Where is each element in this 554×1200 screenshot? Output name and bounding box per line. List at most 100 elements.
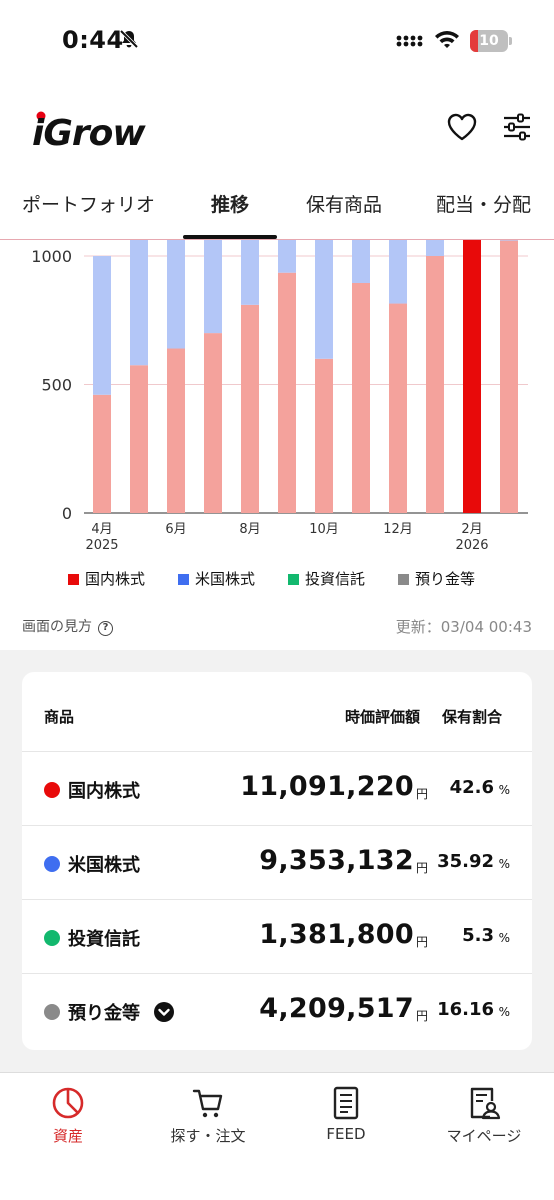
bar-segment[interactable] — [278, 272, 296, 513]
nav-search-order[interactable]: 探す・注文 — [148, 1085, 268, 1146]
help-icon[interactable]: ? — [98, 621, 113, 636]
row-ratio: 35.92 — [437, 851, 494, 872]
bar-segment[interactable] — [241, 304, 259, 513]
bar-segment[interactable] — [130, 240, 148, 366]
yen-unit: 円 — [416, 935, 429, 949]
profile-doc-icon — [424, 1085, 544, 1121]
category-dot — [44, 930, 60, 946]
cart-icon — [148, 1085, 268, 1121]
row-value: 11,091,220 — [240, 771, 414, 802]
legend-item: 米国株式 — [178, 568, 255, 589]
bar-segment[interactable] — [93, 394, 111, 513]
bar-segment[interactable] — [167, 240, 185, 349]
legend-item: 投資信託 — [288, 568, 365, 589]
app-header: iGrow — [0, 100, 554, 160]
bar-segment[interactable] — [389, 240, 407, 304]
bar-segment[interactable] — [389, 303, 407, 513]
document-icon — [286, 1085, 406, 1121]
bar-segment[interactable] — [93, 256, 111, 395]
nav-feed[interactable]: FEED — [286, 1085, 406, 1143]
x-tick-label: 8月 — [239, 522, 260, 537]
legend-item: 預り金等 — [398, 568, 475, 589]
row-ratio: 16.16 — [437, 999, 494, 1020]
yen-unit: 円 — [416, 787, 429, 801]
battery-indicator: 10 — [470, 30, 508, 52]
bar-segment[interactable] — [241, 240, 259, 305]
x-tick-label: 2月 — [461, 522, 482, 537]
bar-segment[interactable] — [130, 365, 148, 513]
table-row[interactable]: 米国株式 9,353,132 円 35.92 % — [22, 826, 532, 900]
percent-unit: % — [498, 1005, 510, 1019]
bar-segment[interactable] — [315, 240, 333, 359]
row-ratio: 5.3 — [462, 925, 494, 946]
tab-holdings[interactable]: 保有商品 — [306, 190, 382, 217]
bar-segment[interactable] — [352, 240, 370, 283]
row-name: 預り金等 — [68, 1003, 140, 1024]
y-tick-label: 500 — [41, 376, 72, 395]
pie-chart-icon — [8, 1085, 128, 1121]
x-tick-label: 10月 — [309, 522, 339, 537]
y-tick-label: 1000 — [31, 247, 72, 266]
table-row[interactable]: 投資信託 1,381,800 円 5.3 % — [22, 900, 532, 974]
bar-segment[interactable] — [500, 240, 518, 513]
header-product: 商品 — [44, 708, 75, 726]
bell-muted-icon — [118, 28, 140, 54]
bar-segment[interactable] — [463, 240, 481, 513]
nav-mypage[interactable]: マイページ — [424, 1085, 544, 1146]
bar-segment[interactable] — [204, 240, 222, 334]
bar-segment[interactable] — [426, 256, 444, 513]
trend-chart[interactable]: 05001000150020004月20256月8月10月12月2月2026 — [0, 240, 554, 600]
tab-bar: ポートフォリオ 推移 保有商品 配当・分配 — [0, 180, 554, 240]
x-tick-year-label: 2026 — [455, 538, 488, 553]
tab-portfolio[interactable]: ポートフォリオ — [22, 190, 155, 217]
bottom-nav: 資産 探す・注文 FEED マイページ — [0, 1072, 554, 1200]
tab-dividends[interactable]: 配当・分配 — [436, 190, 531, 217]
status-time: 0:44 — [62, 26, 124, 54]
bar-segment[interactable] — [352, 282, 370, 513]
cellular-signal-icon — [396, 32, 426, 52]
percent-unit: % — [498, 931, 510, 945]
y-tick-label: 0 — [62, 504, 72, 523]
legend-item: 国内株式 — [68, 568, 145, 589]
table-row[interactable]: 国内株式 11,091,220 円 42.6 % — [22, 752, 532, 826]
percent-unit: % — [498, 857, 510, 871]
header-market-value: 時価評価額 — [345, 708, 421, 726]
row-name: 投資信託 — [68, 929, 140, 950]
bar-segment[interactable] — [426, 240, 444, 256]
bar-segment[interactable] — [500, 240, 518, 241]
yen-unit: 円 — [416, 861, 429, 875]
updated-timestamp: 更新：03/04 00:43 — [395, 618, 532, 636]
bar-segment[interactable] — [315, 358, 333, 513]
chart-legend: 国内株式 米国株式 投資信託 預り金等 — [68, 568, 528, 592]
row-value: 9,353,132 — [259, 845, 414, 876]
row-ratio: 42.6 — [449, 777, 494, 798]
status-bar: 0:44 10 — [0, 0, 554, 80]
how-to-view-link[interactable]: 画面の見方? — [22, 616, 113, 636]
svg-text:iGrow: iGrow — [32, 113, 146, 152]
holdings-table: 商品 時価評価額 保有割合 国内株式 11,091,220 円 42.6 % 米… — [22, 672, 532, 1050]
nav-assets[interactable]: 資産 — [8, 1085, 128, 1146]
percent-unit: % — [498, 783, 510, 797]
x-tick-label: 6月 — [165, 522, 186, 537]
igrow-logo: iGrow — [32, 108, 162, 161]
bar-segment[interactable] — [278, 240, 296, 273]
filter-settings-icon[interactable] — [502, 112, 532, 146]
bar-segment[interactable] — [204, 333, 222, 513]
wifi-icon — [433, 28, 461, 54]
x-tick-label: 12月 — [383, 522, 413, 537]
row-value: 4,209,517 — [259, 993, 414, 1024]
bar-segment[interactable] — [167, 348, 185, 513]
row-name: 米国株式 — [68, 855, 140, 876]
x-tick-label: 4月 — [91, 522, 112, 537]
x-tick-year-label: 2025 — [85, 538, 118, 553]
yen-unit: 円 — [416, 1009, 429, 1023]
category-dot — [44, 856, 60, 872]
header-ratio: 保有割合 — [442, 708, 503, 726]
favorite-heart-icon[interactable] — [446, 112, 478, 146]
trend-chart-svg: 05001000150020004月20256月8月10月12月2月2026 — [31, 240, 528, 553]
table-row[interactable]: 預り金等 4,209,517 円 16.16 % — [22, 974, 532, 1048]
chevron-down-icon[interactable] — [154, 1002, 174, 1022]
category-dot — [44, 782, 60, 798]
category-dot — [44, 1004, 60, 1020]
tab-trend[interactable]: 推移 — [211, 190, 249, 217]
